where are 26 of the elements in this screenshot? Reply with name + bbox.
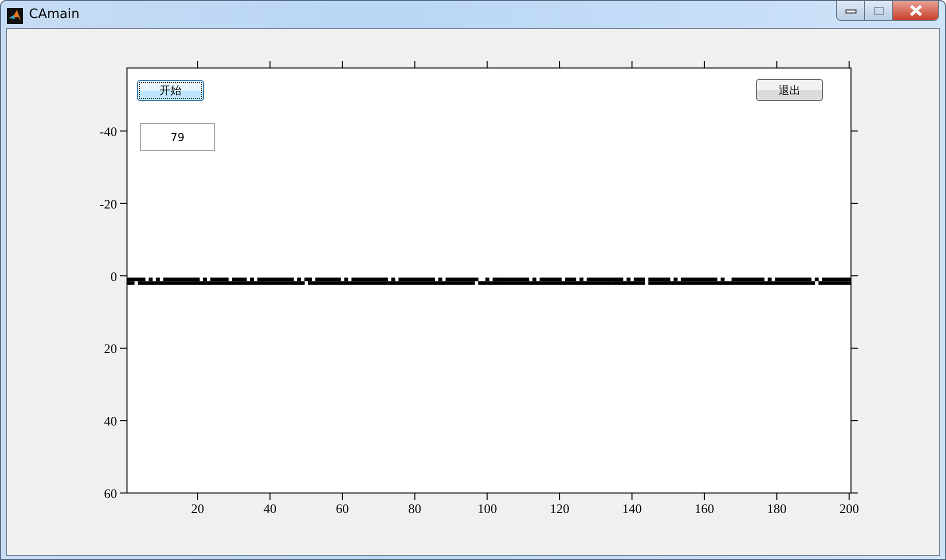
maximize-icon [872,6,884,16]
tick-label: 120 [550,501,570,516]
tick-label: 20 [104,341,117,356]
minimize-icon [844,8,856,14]
start-button[interactable]: 开始 [137,80,204,101]
tick-label: 140 [622,501,642,516]
tick-label: 200 [839,501,859,516]
window-title: CAmain [29,7,80,22]
tick-label: 60 [336,501,349,516]
tick-label: 60 [104,486,117,501]
tick-label: 80 [408,501,422,516]
tick-label: -40 [100,124,117,139]
minimize-button[interactable] [837,1,865,20]
tick-label: -20 [100,196,117,212]
tick-label: 40 [104,414,117,429]
close-button[interactable] [893,1,938,20]
tick-label: 40 [264,501,276,516]
tick-label: 0 [110,268,117,284]
tick-label: 160 [694,501,714,516]
counter-field[interactable]: 79 [140,123,215,151]
app-icon [7,8,23,24]
tick-label: 20 [191,501,204,516]
tick-label: 180 [767,501,787,516]
close-icon [908,5,922,16]
tick-label: 100 [477,501,497,516]
exit-button[interactable]: 退出 [756,79,823,101]
